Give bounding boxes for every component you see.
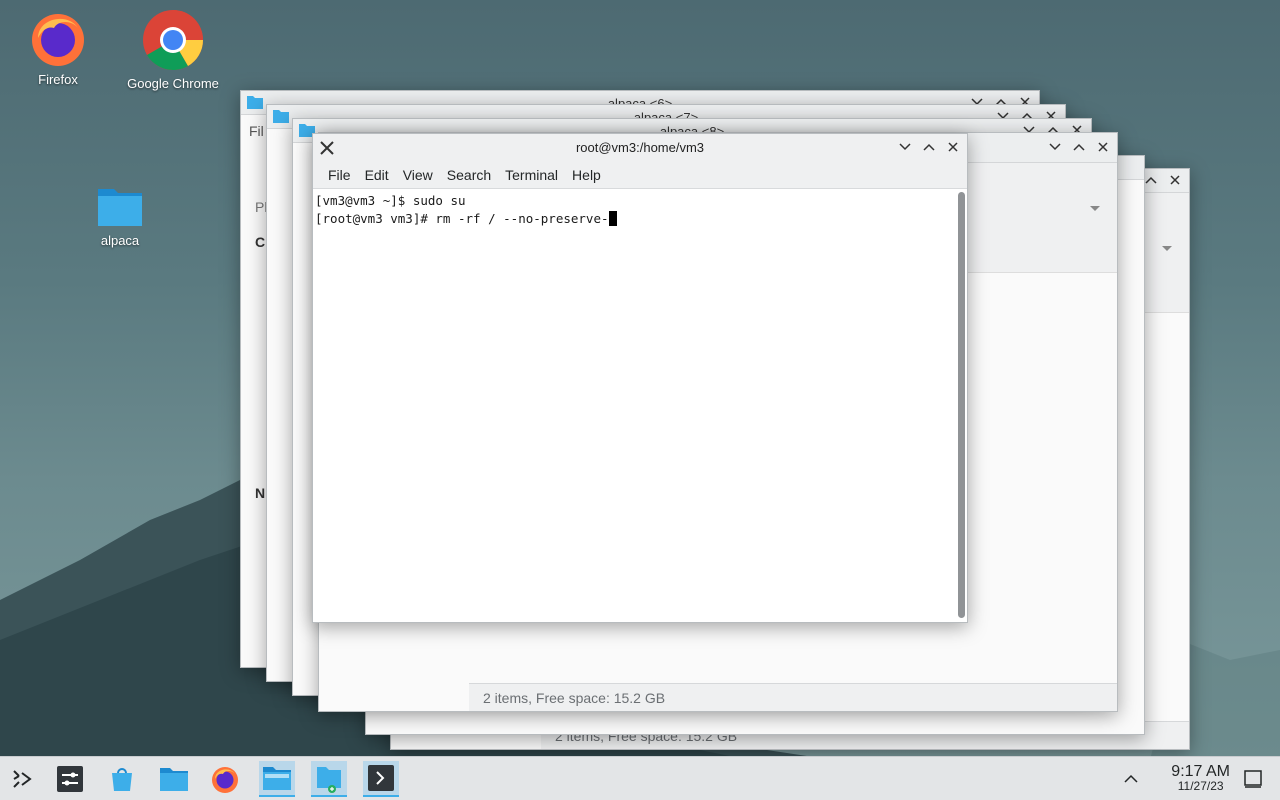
terminal-line: [root@vm3 vm3]# rm -rf / --no-preserve- (315, 211, 609, 226)
close-icon[interactable] (945, 139, 961, 155)
menu-file[interactable]: File (321, 167, 358, 183)
close-icon[interactable] (1167, 172, 1183, 188)
discover-icon[interactable] (104, 761, 140, 797)
system-settings-icon[interactable] (52, 761, 88, 797)
chevron-up-icon[interactable] (1124, 771, 1138, 789)
sidebar-heading: C (255, 234, 266, 250)
sidebar-heading-network: N (255, 485, 266, 501)
desktop-icon-label: alpaca (100, 233, 140, 248)
chevron-down-icon[interactable] (1089, 205, 1101, 213)
show-desktop-icon[interactable] (1244, 770, 1262, 793)
folder-new-icon[interactable] (311, 761, 347, 797)
menu-view[interactable]: View (396, 167, 440, 183)
chrome-icon (141, 8, 205, 72)
desktop-icon-google-chrome[interactable]: Google Chrome (118, 8, 228, 91)
clock[interactable]: 9:17 AM 11/27/23 (1171, 763, 1230, 793)
firefox-icon (28, 8, 88, 68)
dolphin-icon[interactable] (259, 761, 295, 797)
app-launcher-icon[interactable] (4, 761, 40, 797)
terminal-window[interactable]: root@vm3:/home/vm3 File Edit View Search… (312, 133, 968, 623)
firefox-icon[interactable] (207, 761, 243, 797)
terminal-titlebar[interactable]: root@vm3:/home/vm3 (313, 134, 967, 162)
text-cursor (608, 211, 617, 226)
status-bar: 2 items, Free space: 15.2 GB (469, 683, 1117, 711)
desktop-icon-firefox[interactable]: Firefox (3, 8, 113, 87)
maximize-icon[interactable] (1071, 139, 1087, 155)
maximize-icon[interactable] (921, 139, 937, 155)
minimize-icon[interactable] (897, 139, 913, 155)
terminal-menubar: File Edit View Search Terminal Help (313, 162, 967, 189)
terminal-line: [vm3@vm3 ~]$ sudo su (315, 193, 466, 208)
menu-terminal[interactable]: Terminal (498, 167, 565, 183)
window-title: root@vm3:/home/vm3 (575, 140, 705, 155)
clock-date: 11/27/23 (1177, 779, 1224, 793)
desktop-icon-alpaca[interactable]: alpaca (65, 185, 175, 248)
file-manager-icon[interactable] (156, 761, 192, 797)
terminal-icon[interactable] (363, 761, 399, 797)
menu-help[interactable]: Help (565, 167, 608, 183)
taskbar: 9:17 AM 11/27/23 (0, 756, 1280, 800)
maximize-icon[interactable] (1143, 172, 1159, 188)
desktop-icon-label: Google Chrome (127, 76, 219, 91)
scrollbar[interactable] (958, 192, 965, 618)
desktop-icon-label: Firefox (38, 72, 78, 87)
chevron-down-icon[interactable] (1161, 245, 1173, 253)
terminal-line-current: [root@vm3 vm3]# rm -rf / --no-preserve- (315, 210, 953, 228)
terminal-screen[interactable]: [vm3@vm3 ~]$ sudo su [root@vm3 vm3]# rm … (313, 189, 955, 622)
menu-search[interactable]: Search (440, 167, 498, 183)
menu-edit[interactable]: Edit (358, 167, 396, 183)
close-icon[interactable] (1095, 139, 1111, 155)
menu-file-partial[interactable]: Fil (249, 123, 264, 139)
folder-icon (96, 185, 144, 229)
minimize-icon[interactable] (1047, 139, 1063, 155)
